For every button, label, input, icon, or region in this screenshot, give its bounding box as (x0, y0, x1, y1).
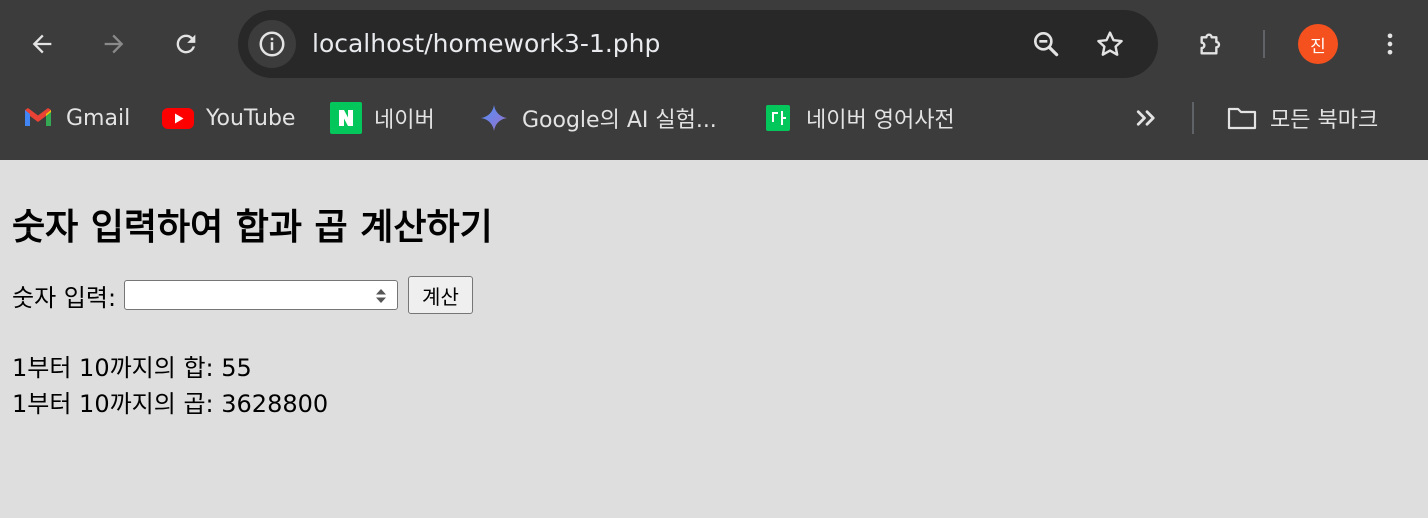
gemini-sparkle-icon (478, 102, 510, 134)
sum-result: 1부터 10까지의 합: 55 (12, 354, 252, 382)
bookmark-google-ai[interactable]: Google의 AI 실험... (478, 100, 717, 136)
info-icon (259, 31, 285, 57)
product-result: 1부터 10까지의 곱: 3628800 (12, 390, 329, 418)
bookmark-star-button[interactable] (1086, 20, 1134, 68)
chevron-double-right-icon (1136, 110, 1155, 126)
folder-icon (1226, 102, 1258, 134)
toolbar-divider (1263, 30, 1265, 58)
youtube-icon (162, 102, 194, 134)
menu-button[interactable] (1366, 20, 1414, 68)
back-button[interactable] (18, 20, 66, 68)
gmail-icon (22, 102, 54, 134)
zoom-button[interactable] (1022, 20, 1070, 68)
reload-icon (176, 34, 196, 54)
naver-icon (330, 102, 362, 134)
back-arrow-icon (32, 34, 52, 54)
bookmark-label: YouTube (206, 105, 296, 131)
bookmarks-bar: Gmail YouTube 네이버 Google의 AI 실험... 네이버 영… (0, 88, 1428, 160)
reload-button[interactable] (162, 20, 210, 68)
url-text[interactable]: localhost/homework3-1.php (312, 10, 660, 78)
bookmark-naver[interactable]: 네이버 (330, 100, 435, 136)
bookmark-label: Google의 AI 실험... (522, 108, 717, 133)
all-bookmarks-button[interactable]: 모든 북마크 (1226, 100, 1378, 136)
bookmark-naver-dictionary[interactable]: 네이버 영어사전 (762, 100, 955, 136)
forward-arrow-icon (104, 34, 124, 54)
more-vertical-icon (1387, 33, 1393, 55)
profile-avatar[interactable]: 진 (1298, 24, 1338, 64)
bookmark-youtube[interactable]: YouTube (162, 100, 295, 136)
star-icon (1097, 31, 1123, 56)
all-bookmarks-label: 모든 북마크 (1270, 108, 1379, 133)
more-bookmarks-button[interactable] (1132, 100, 1162, 136)
naver-dictionary-icon (762, 102, 794, 134)
site-info-button[interactable] (248, 20, 296, 68)
browser-toolbar: localhost/homework3-1.php 진 (0, 0, 1428, 88)
input-label: 숫자 입력: (12, 283, 117, 312)
forward-button[interactable] (90, 20, 138, 68)
number-form: 숫자 입력: 계산 (12, 276, 473, 314)
calculate-button[interactable]: 계산 (408, 276, 473, 314)
bookmarks-divider (1192, 102, 1194, 134)
extensions-button[interactable] (1187, 20, 1235, 68)
bookmark-gmail[interactable]: Gmail (22, 100, 130, 136)
bookmark-label: 네이버 영어사전 (806, 108, 955, 133)
puzzle-piece-icon (1200, 33, 1221, 55)
spinner-icon[interactable] (375, 288, 387, 304)
zoom-out-icon (1034, 31, 1059, 57)
address-bar[interactable]: localhost/homework3-1.php (238, 10, 1158, 78)
bookmark-label: 네이버 (374, 108, 435, 133)
bookmark-label: Gmail (66, 105, 131, 131)
number-input[interactable] (124, 280, 399, 310)
page-title: 숫자 입력하여 합과 곱 계산하기 (12, 207, 493, 248)
